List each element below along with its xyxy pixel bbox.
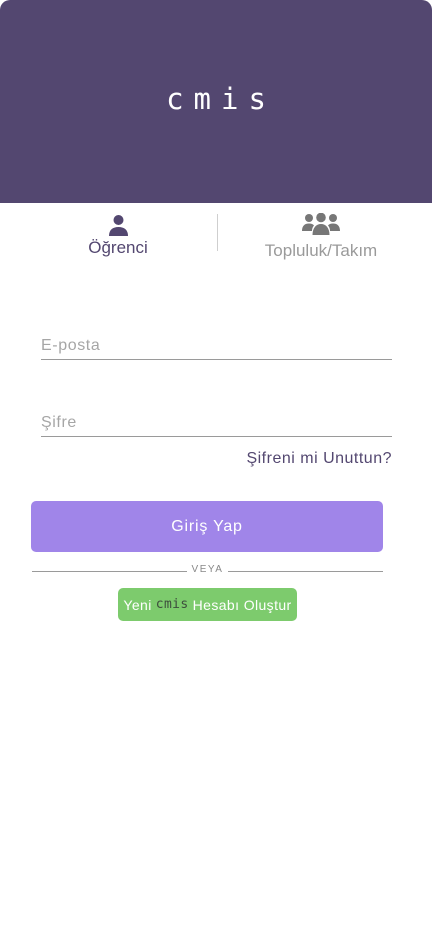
- create-account-brand: cmis: [155, 597, 189, 612]
- email-input[interactable]: [41, 334, 392, 358]
- users-group-icon: [218, 213, 424, 235]
- or-separator: VEYA: [32, 563, 383, 579]
- tab-student[interactable]: Öğrenci: [20, 203, 216, 273]
- tab-community-team[interactable]: Topluluk/Takım: [218, 203, 424, 273]
- or-label: VEYA: [191, 564, 224, 575]
- tab-student-label: Öğrenci: [88, 238, 148, 257]
- app-logo: cmis: [166, 82, 276, 116]
- tab-community-team-label: Topluluk/Takım: [264, 241, 378, 260]
- login-type-tabs: Öğrenci Topluluk/Takım: [0, 203, 432, 273]
- create-account-suffix: Hesabı Oluştur: [192, 596, 292, 613]
- create-account-button[interactable]: Yeni cmis Hesabı Oluştur: [118, 588, 297, 621]
- user-icon: [20, 215, 216, 236]
- header-banner: cmis: [0, 0, 432, 203]
- login-button[interactable]: Giriş Yap: [31, 501, 383, 552]
- forgot-password-link[interactable]: Şifreni mi Unuttun?: [246, 450, 392, 468]
- create-account-prefix: Yeni: [123, 596, 152, 613]
- password-input[interactable]: [41, 411, 392, 435]
- email-field: [41, 334, 392, 360]
- or-divider-right: [228, 571, 383, 572]
- password-field: [41, 411, 392, 437]
